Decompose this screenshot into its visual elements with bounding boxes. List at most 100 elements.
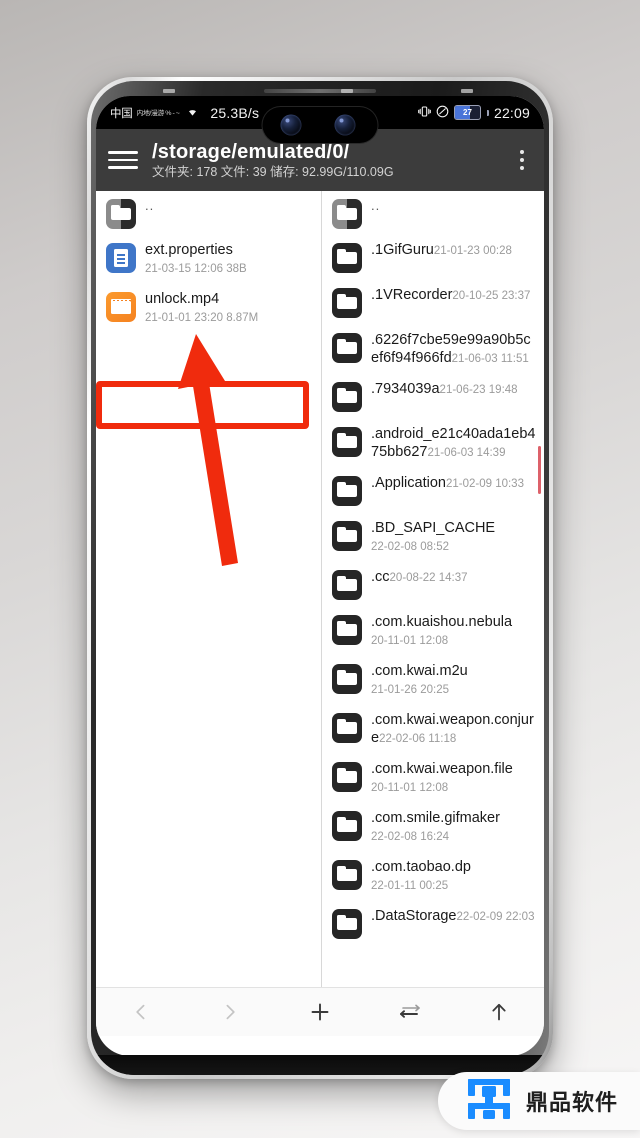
list-item-meta: .com.kuaishou.nebula 20-11-01 12:08 [371,613,536,649]
folder-icon [332,909,362,939]
back-button[interactable] [119,992,163,1032]
list-item[interactable]: .com.taobao.dp 22-01-11 00:25 [322,851,544,900]
folder-icon [332,713,362,743]
watermark-badge: 鼎品软件 [437,1072,640,1130]
file-detail-label: 22-02-09 22:03 [456,911,535,923]
status-bar-right: 27 22:09 [418,105,530,121]
list-item-meta: .com.taobao.dp 22-01-11 00:25 [371,858,536,894]
list-item-meta: .7934039a21-06-23 19:48 [371,380,536,398]
file-detail-label: 21-03-15 12:06 38B [145,263,247,275]
status-bar-left: 中国 内地/漫游 % - ~ 25.3B/s [110,105,259,121]
folder-icon [332,243,362,273]
file-name-label: .. [145,198,155,213]
clock-label: 22:09 [493,104,530,121]
parent-folder-icon [106,199,136,229]
left-file-list: .. ext.properties 21-03-15 12:06 38B unlock… [96,191,321,332]
file-name-label: .. [371,198,381,213]
file-name-label: .BD_SAPI_CACHE [371,520,496,536]
network-speed-label: 25.3B/s [210,104,260,121]
storage-stats-label: 文件夹: 178 文件: 39 储存: 92.99G/110.09G [152,164,394,179]
folder-icon [332,333,362,363]
list-item-meta: ext.properties 21-03-15 12:06 38B [145,241,313,277]
list-item[interactable]: ext.properties 21-03-15 12:06 38B [96,234,321,283]
file-detail-label: 22-02-06 11:18 [379,733,457,745]
folder-icon [332,615,362,645]
battery-cap [486,109,489,116]
list-item-meta: .com.kwai.m2u 21-01-26 20:25 [371,662,536,698]
file-detail-label: 21-01-01 23:20 8.87M [145,312,259,324]
file-name-label: .com.kwai.m2u [371,663,468,679]
list-item[interactable]: .7934039a21-06-23 19:48 [322,373,544,418]
frame-notch-right2 [461,89,473,93]
right-file-list: .. .1GifGuru21-01-23 00:28.1VRecorder20-1… [322,191,544,945]
left-file-pane[interactable]: .. ext.properties 21-03-15 12:06 38B unlock… [96,191,321,1008]
list-item[interactable]: .android_e21c40ada1eb475bb62721-06-03 14… [322,418,544,467]
file-name-label: .1VRecorder [371,287,453,303]
list-item[interactable]: .com.kwai.m2u 21-01-26 20:25 [322,655,544,704]
folder-icon [332,762,362,792]
file-name-label: .Application [371,475,446,491]
list-item-meta: .1VRecorder20-10-25 23:37 [371,286,536,304]
camera-lens-secondary-icon [334,114,356,136]
list-item-meta: .cc20-08-22 14:37 [371,568,536,586]
list-item-meta: .com.kwai.weapon.file 20-11-01 12:08 [371,760,536,796]
list-item-meta: .com.smile.gifmaker 22-02-08 16:24 [371,809,536,845]
earpiece-speaker [264,89,376,93]
list-item[interactable]: .cc20-08-22 14:37 [322,561,544,606]
frame-notch-right [341,89,353,93]
camera-lens-icon [280,114,302,136]
list-item-meta: .DataStorage22-02-09 22:03 [371,907,536,925]
right-file-pane[interactable]: .. .1GifGuru21-01-23 00:28.1VRecorder20-1… [322,191,544,1008]
watermark-text: 鼎品软件 [525,1090,618,1115]
folder-icon [332,570,362,600]
list-item[interactable]: .DataStorage22-02-09 22:03 [322,900,544,945]
phone-bezel: 中国 内地/漫游 % - ~ 25.3B/s 27 22:09 /storage… [91,81,549,1075]
vertical-scrollbar[interactable] [538,446,541,494]
swap-panes-button[interactable] [388,992,432,1032]
hamburger-menu-icon[interactable] [108,151,138,169]
document-file-icon [106,243,136,273]
list-item[interactable]: .1VRecorder20-10-25 23:37 [322,279,544,324]
list-item[interactable]: .BD_SAPI_CACHE 22-02-08 08:52 [322,512,544,561]
phone-screen: 中国 内地/漫游 % - ~ 25.3B/s 27 22:09 /storage… [96,96,544,1056]
more-vertical-icon[interactable] [512,150,532,170]
file-detail-label: 22-02-08 16:24 [371,831,450,843]
list-item[interactable]: .com.smile.gifmaker 22-02-08 16:24 [322,802,544,851]
list-item[interactable]: unlock.mp4 21-01-01 23:20 8.87M [96,283,321,332]
list-item-meta: .android_e21c40ada1eb475bb62721-06-03 14… [371,425,536,461]
list-item-meta: .BD_SAPI_CACHE 22-02-08 08:52 [371,519,536,555]
list-item[interactable]: .6226f7cbe59e99a90b5cef6f94f966fd21-06-0… [322,324,544,373]
phone-device: 中国 内地/漫游 % - ~ 25.3B/s 27 22:09 /storage… [87,77,553,1079]
current-path-label: /storage/emulated/0/ [152,140,350,163]
add-button[interactable] [298,992,342,1032]
forward-button[interactable] [208,992,252,1032]
list-item[interactable]: .. [322,191,544,234]
file-detail-label: 20-11-01 12:08 [371,635,449,647]
list-item-meta: .1GifGuru21-01-23 00:28 [371,241,536,259]
video-file-icon [106,292,136,322]
list-item[interactable]: .com.kwai.weapon.file 20-11-01 12:08 [322,753,544,802]
file-detail-label: 21-01-23 00:28 [433,245,512,257]
parent-folder-icon [332,199,362,229]
do-not-disturb-icon [436,105,449,121]
list-item[interactable]: .Application21-02-09 10:33 [322,467,544,512]
file-name-label: .com.smile.gifmaker [371,810,500,826]
file-detail-label: 21-06-03 11:51 [451,353,529,365]
file-name-label: .com.kwai.weapon.file [371,761,513,777]
file-name-label: .DataStorage [371,908,457,924]
list-item-meta: .com.kwai.weapon.conjure22-02-06 11:18 [371,711,536,747]
bottom-toolbar [96,987,544,1036]
folder-icon [332,288,362,318]
list-item-meta: unlock.mp4 21-01-01 23:20 8.87M [145,290,313,326]
list-item-meta: .. [145,197,313,215]
list-item[interactable]: .com.kuaishou.nebula 20-11-01 12:08 [322,606,544,655]
folder-icon [332,476,362,506]
folder-icon [332,521,362,551]
list-item[interactable]: .com.kwai.weapon.conjure22-02-06 11:18 [322,704,544,753]
list-item[interactable]: .1GifGuru21-01-23 00:28 [322,234,544,279]
file-detail-label: 22-01-11 00:25 [371,880,449,892]
list-item[interactable]: .. [96,191,321,234]
file-name-label: .com.taobao.dp [371,859,471,875]
go-up-button[interactable] [477,992,521,1032]
battery-percent-label: 27 [463,108,472,117]
